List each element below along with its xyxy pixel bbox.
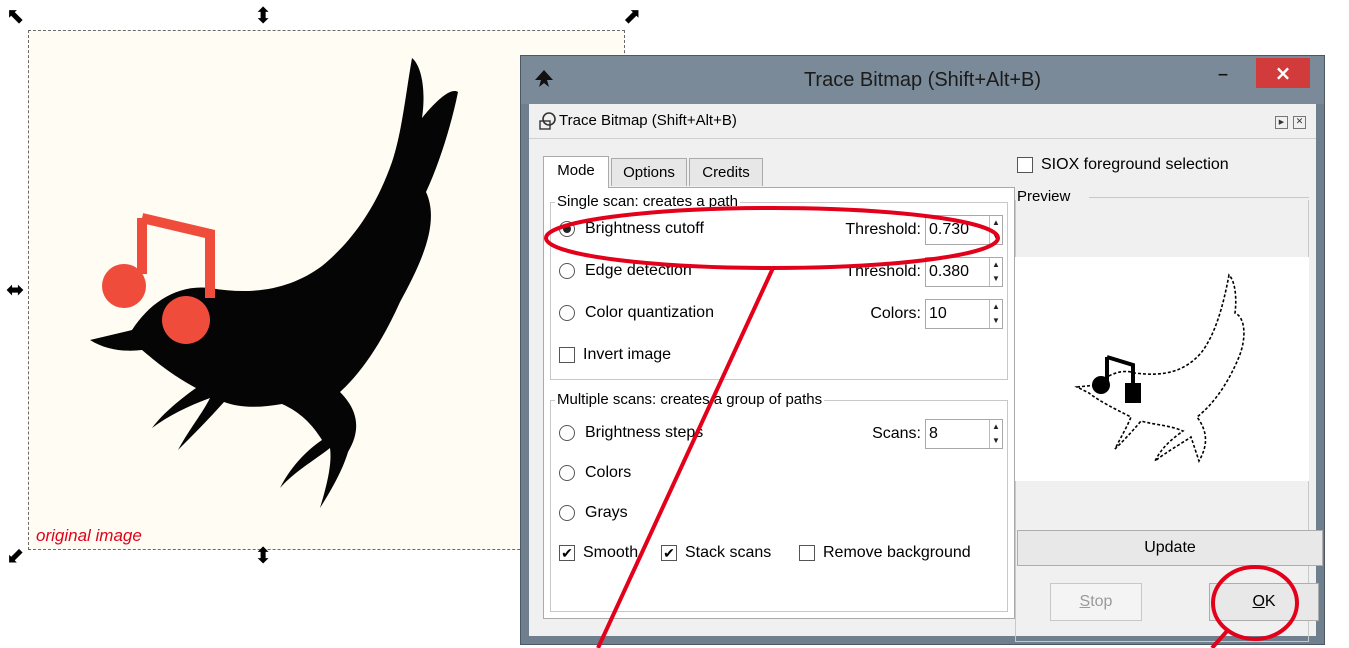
colors-count-label: Colors: (870, 305, 921, 322)
stack-scans-option[interactable]: ✔ Stack scans (661, 541, 771, 565)
resize-handle-top-icon[interactable]: ⬍ (254, 6, 272, 28)
traced-bird-preview (1074, 273, 1245, 463)
trace-bitmap-window[interactable]: Trace Bitmap (Shift+Alt+B) – × Trace Bit… (520, 55, 1325, 645)
colors-radio[interactable] (559, 464, 575, 481)
edge-detection-label: Edge detection (585, 262, 692, 279)
colors-count-value: 10 (929, 305, 947, 322)
stop-button[interactable]: Stop (1050, 583, 1142, 621)
colors-label: Colors (585, 464, 632, 481)
tab-mode[interactable]: Mode (543, 156, 609, 188)
window-titlebar[interactable]: Trace Bitmap (Shift+Alt+B) – × (521, 56, 1324, 104)
close-window-button[interactable]: × (1256, 58, 1310, 88)
ok-label: K (1264, 593, 1276, 610)
smooth-checkbox[interactable]: ✔ (559, 544, 575, 561)
brightness-threshold-spinbox[interactable]: 0.730 ▲ ▼ (925, 215, 1003, 245)
resize-handle-top-left-icon[interactable]: ⬉ (6, 6, 24, 28)
remove-background-checkbox[interactable] (799, 544, 815, 561)
color-quantization-option[interactable]: Color quantization (559, 301, 714, 325)
resize-handle-bottom-left-icon[interactable]: ⬋ (6, 546, 24, 568)
brightness-cutoff-radio[interactable] (559, 220, 575, 237)
invert-image-option[interactable]: Invert image (559, 343, 671, 367)
minimize-button[interactable]: – (1206, 64, 1240, 90)
mode-panel: Single scan: creates a path Brightness c… (543, 187, 1015, 619)
scans-label: Scans: (872, 425, 921, 442)
preview-canvas (1015, 257, 1309, 481)
invert-image-checkbox[interactable] (559, 346, 575, 363)
grays-radio[interactable] (559, 504, 575, 521)
preview-divider (1089, 197, 1309, 198)
ok-button[interactable]: OK (1209, 583, 1319, 621)
close-icon[interactable]: ✕ (1293, 116, 1306, 129)
brightness-steps-radio[interactable] (559, 424, 575, 441)
multiple-scans-title: Multiple scans: creates a group of paths (555, 391, 825, 408)
grays-label: Grays (585, 504, 628, 521)
edge-threshold-label: Threshold: (845, 263, 921, 280)
resize-handle-top-right-icon[interactable]: ⬈ (623, 6, 641, 28)
invert-image-label: Invert image (583, 346, 672, 363)
grays-option[interactable]: Grays (559, 501, 628, 525)
dock-title: Trace Bitmap (Shift+Alt+B) (559, 112, 737, 129)
dialog-client: Trace Bitmap (Shift+Alt+B) ▶ ✕ Mode Opti… (529, 104, 1323, 642)
single-scan-group: Single scan: creates a path Brightness c… (550, 193, 1008, 380)
canvas-caption: original image (36, 526, 142, 545)
remove-background-option[interactable]: Remove background (799, 541, 971, 565)
stop-label: top (1090, 593, 1113, 610)
dock-header: Trace Bitmap (Shift+Alt+B) ▶ ✕ (529, 104, 1316, 139)
resize-handle-left-icon[interactable]: ⬌ (6, 280, 24, 302)
window-title: Trace Bitmap (Shift+Alt+B) (803, 69, 1042, 91)
smooth-label: Smooth (583, 544, 639, 561)
resize-handle-bottom-icon[interactable]: ⬍ (254, 546, 272, 568)
siox-checkbox[interactable] (1017, 156, 1033, 173)
scans-spinbox[interactable]: 8 ▲ ▼ (925, 419, 1003, 449)
colors-count-spinbox[interactable]: 10 ▲ ▼ (925, 299, 1003, 329)
color-quantization-radio[interactable] (559, 304, 575, 321)
spin-arrows-icon[interactable]: ▲ ▼ (989, 300, 1002, 328)
brightness-threshold-label: Threshold: (845, 221, 921, 238)
brightness-steps-option[interactable]: Brightness steps (559, 421, 703, 445)
spin-arrows-icon[interactable]: ▲ ▼ (989, 216, 1002, 244)
brightness-threshold-value: 0.730 (929, 221, 970, 238)
stack-scans-checkbox[interactable]: ✔ (661, 544, 677, 561)
edge-detection-option[interactable]: Edge detection (559, 259, 692, 283)
smooth-option[interactable]: ✔ Smooth (559, 541, 638, 565)
brightness-cutoff-option[interactable]: Brightness cutoff (559, 217, 704, 241)
bird-image (90, 58, 458, 508)
stop-mnemonic: S (1079, 593, 1091, 610)
siox-label: SIOX foreground selection (1041, 156, 1229, 173)
siox-option[interactable]: SIOX foreground selection (1017, 156, 1229, 174)
update-button[interactable]: Update (1017, 530, 1323, 566)
single-scan-title: Single scan: creates a path (555, 193, 740, 210)
preview-title: Preview (1017, 188, 1075, 205)
tab-credits[interactable]: Credits (689, 158, 763, 186)
spin-arrows-icon[interactable]: ▲ ▼ (989, 420, 1002, 448)
edge-threshold-value: 0.380 (929, 263, 970, 280)
multiple-scans-group: Multiple scans: creates a group of paths… (550, 391, 1008, 612)
remove-background-label: Remove background (823, 544, 971, 561)
brightness-steps-label: Brightness steps (585, 424, 704, 441)
stack-scans-label: Stack scans (685, 544, 772, 561)
ok-mnemonic: O (1252, 593, 1265, 610)
trace-bitmap-icon (539, 112, 556, 130)
scans-value: 8 (929, 425, 938, 442)
edge-threshold-spinbox[interactable]: 0.380 ▲ ▼ (925, 257, 1003, 287)
spin-arrows-icon[interactable]: ▲ ▼ (989, 258, 1002, 286)
edge-detection-radio[interactable] (559, 262, 575, 279)
colors-option[interactable]: Colors (559, 461, 631, 485)
color-quantization-label: Color quantization (585, 304, 714, 321)
pin-icon[interactable]: ▶ (1275, 116, 1288, 129)
tab-options[interactable]: Options (611, 158, 687, 186)
brightness-cutoff-label: Brightness cutoff (585, 220, 704, 237)
